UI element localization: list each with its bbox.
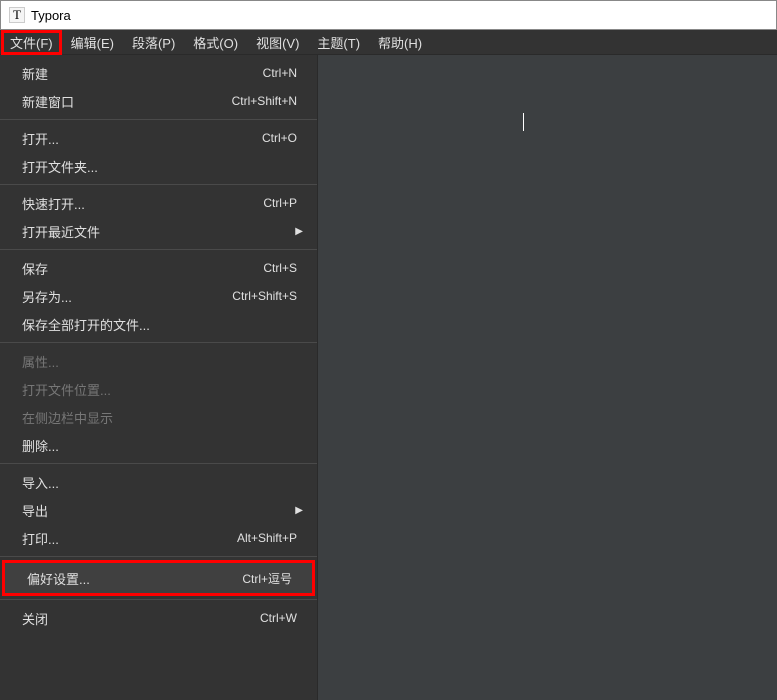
menu-new[interactable]: 新建 Ctrl+N xyxy=(0,59,317,87)
menu-item-label: 删除... xyxy=(22,436,303,455)
menu-item-label: 打印... xyxy=(22,529,237,548)
menu-save[interactable]: 保存 Ctrl+S xyxy=(0,254,317,282)
menu-file[interactable]: 文件(F) xyxy=(1,30,62,55)
menu-item-label: 新建窗口 xyxy=(22,92,232,111)
menu-item-shortcut: Ctrl+Shift+S xyxy=(232,289,297,303)
menu-item-shortcut: Ctrl+P xyxy=(263,196,297,210)
app-icon: T xyxy=(9,7,25,23)
menu-save-as[interactable]: 另存为... Ctrl+Shift+S xyxy=(0,282,317,310)
menu-item-label: 偏好设置... xyxy=(27,569,242,588)
menu-quick-open[interactable]: 快速打开... Ctrl+P xyxy=(0,189,317,217)
menu-item-shortcut: Ctrl+O xyxy=(262,131,297,145)
menubar: 文件(F) 编辑(E) 段落(P) 格式(O) 视图(V) 主题(T) 帮助(H… xyxy=(0,30,777,55)
menu-reveal-sidebar: 在侧边栏中显示 xyxy=(0,403,317,431)
menu-item-label: 新建 xyxy=(22,64,263,83)
menu-item-shortcut: Ctrl+Shift+N xyxy=(232,94,297,108)
menu-open-location: 打开文件位置... xyxy=(0,375,317,403)
menu-properties: 属性... xyxy=(0,347,317,375)
menu-item-shortcut: Ctrl+N xyxy=(263,66,297,80)
menu-view[interactable]: 视图(V) xyxy=(247,30,308,55)
menu-item-label: 打开... xyxy=(22,129,262,148)
menu-item-label: 打开最近文件 xyxy=(22,222,291,241)
menu-new-window[interactable]: 新建窗口 Ctrl+Shift+N xyxy=(0,87,317,115)
menu-item-label: 属性... xyxy=(22,352,303,371)
menu-open-recent[interactable]: 打开最近文件 ▶ xyxy=(0,217,317,245)
menu-item-label: 关闭 xyxy=(22,609,260,628)
menu-item-label: 打开文件位置... xyxy=(22,380,303,399)
titlebar: T Typora xyxy=(0,0,777,30)
chevron-right-icon: ▶ xyxy=(295,505,303,516)
menu-item-label: 在侧边栏中显示 xyxy=(22,408,303,427)
menu-item-label: 打开文件夹... xyxy=(22,157,303,176)
menu-print[interactable]: 打印... Alt+Shift+P xyxy=(0,524,317,552)
menu-help[interactable]: 帮助(H) xyxy=(369,30,431,55)
chevron-right-icon: ▶ xyxy=(295,226,303,237)
menu-format[interactable]: 格式(O) xyxy=(184,30,247,55)
text-cursor xyxy=(523,113,524,131)
menu-preferences-highlight: 偏好设置... Ctrl+逗号 xyxy=(2,560,315,596)
menu-item-label: 导入... xyxy=(22,473,303,492)
menu-save-all[interactable]: 保存全部打开的文件... xyxy=(0,310,317,338)
menu-open-folder[interactable]: 打开文件夹... xyxy=(0,152,317,180)
file-dropdown: 新建 Ctrl+N 新建窗口 Ctrl+Shift+N 打开... Ctrl+O… xyxy=(0,55,318,700)
menu-open[interactable]: 打开... Ctrl+O xyxy=(0,124,317,152)
menu-import[interactable]: 导入... xyxy=(0,468,317,496)
menu-paragraph[interactable]: 段落(P) xyxy=(123,30,184,55)
menu-export[interactable]: 导出 ▶ xyxy=(0,496,317,524)
menu-edit[interactable]: 编辑(E) xyxy=(62,30,123,55)
app-title: Typora xyxy=(31,8,71,23)
menu-item-shortcut: Ctrl+逗号 xyxy=(242,570,292,587)
menu-item-label: 保存 xyxy=(22,259,263,278)
menu-delete[interactable]: 删除... xyxy=(0,431,317,459)
menu-item-shortcut: Ctrl+S xyxy=(263,261,297,275)
menu-theme[interactable]: 主题(T) xyxy=(308,30,369,55)
menu-item-label: 另存为... xyxy=(22,287,232,306)
editor-area[interactable] xyxy=(318,55,777,700)
menu-item-label: 快速打开... xyxy=(22,194,263,213)
menu-item-label: 保存全部打开的文件... xyxy=(22,315,303,334)
menu-item-label: 导出 xyxy=(22,501,291,520)
menu-preferences[interactable]: 偏好设置... Ctrl+逗号 xyxy=(5,563,312,593)
menu-item-shortcut: Alt+Shift+P xyxy=(237,531,297,545)
content-area: 新建 Ctrl+N 新建窗口 Ctrl+Shift+N 打开... Ctrl+O… xyxy=(0,55,777,700)
menu-item-shortcut: Ctrl+W xyxy=(260,611,297,625)
menu-close[interactable]: 关闭 Ctrl+W xyxy=(0,604,317,632)
